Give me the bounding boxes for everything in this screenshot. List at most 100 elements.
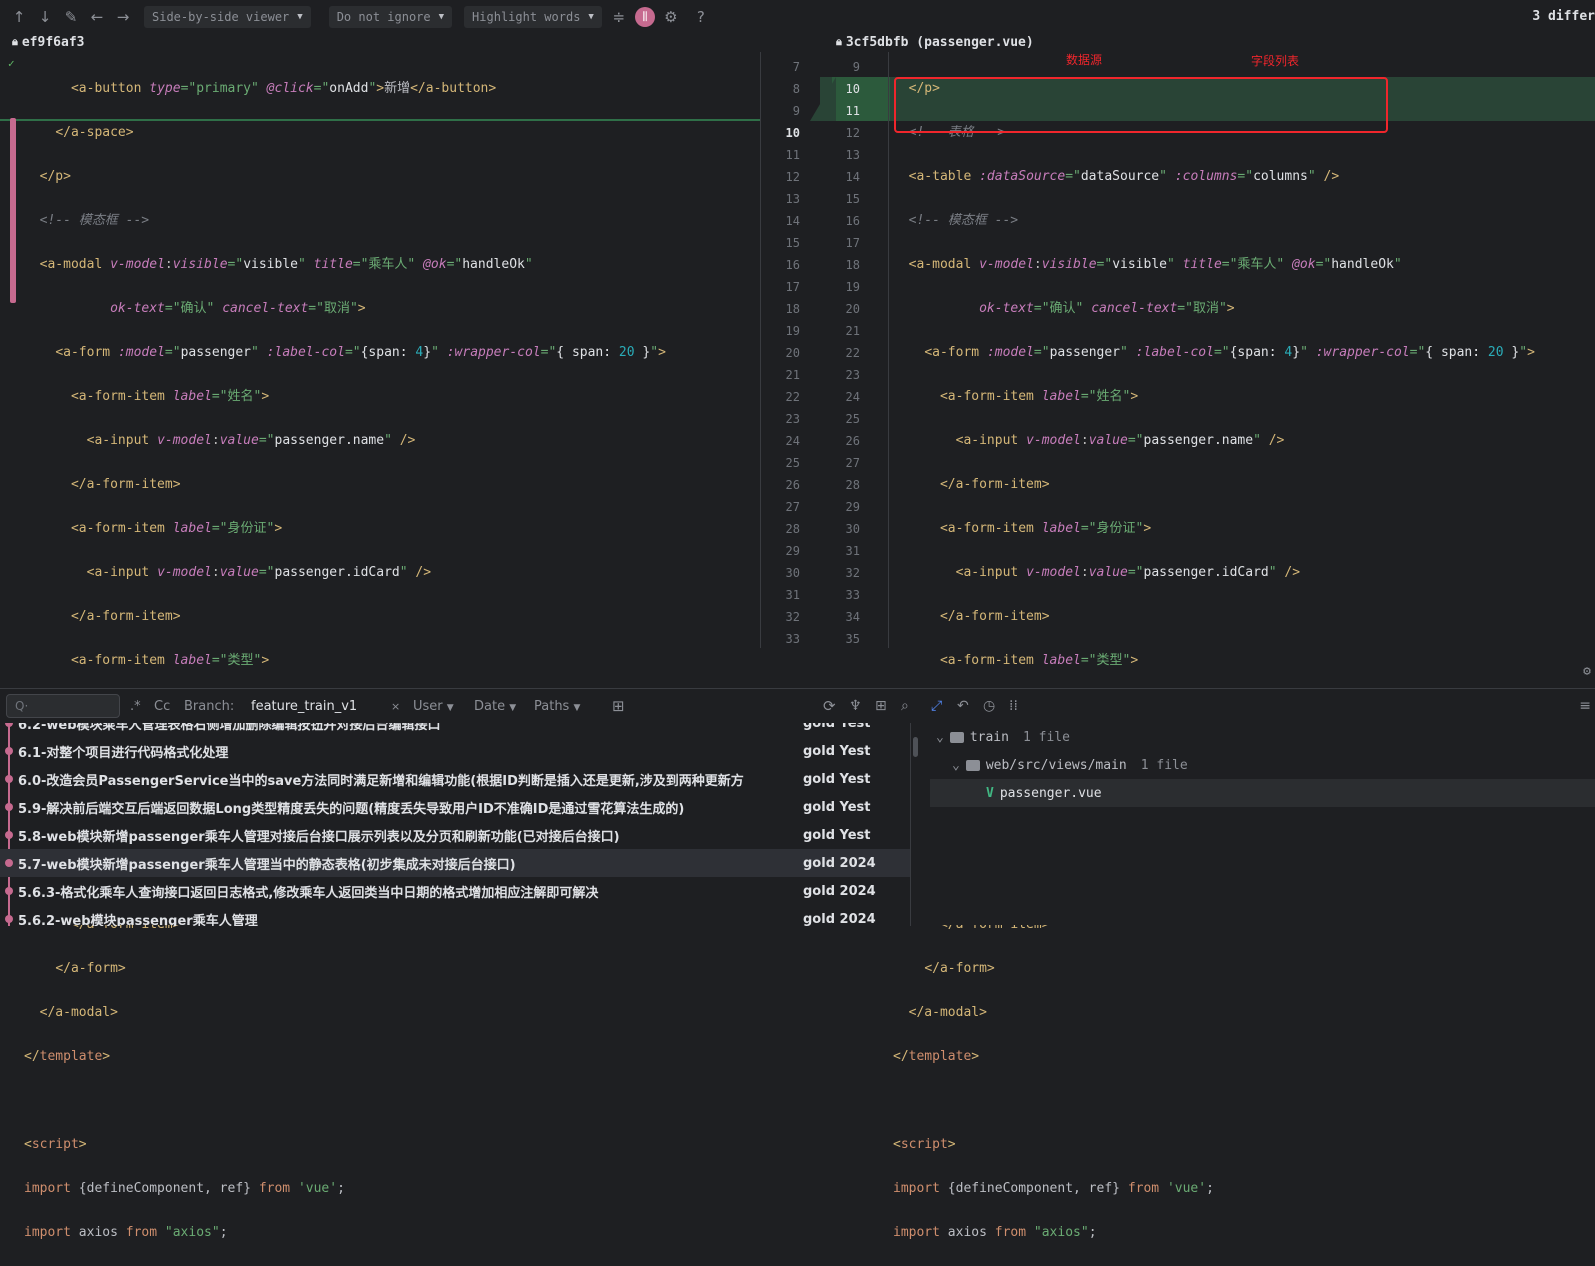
line-number: 15 (785, 236, 800, 250)
tree-file[interactable]: Vpassenger.vue (930, 779, 1595, 807)
commit-row[interactable]: 6.1-对整个项目进行代码格式化处理 gold Yest (0, 737, 910, 765)
tree-root-label: train (969, 729, 1009, 745)
commit-message: 6.0-改造会员PassengerService当中的save方法同时满足新增和… (18, 773, 744, 789)
line-number: 35 (845, 632, 860, 646)
line-number: 13 (785, 192, 800, 206)
commit-author-date: gold Yest (803, 799, 871, 815)
line-number: 31 (785, 588, 800, 602)
tree-folder-count: 1 file (1140, 757, 1188, 773)
line-number: 26 (845, 434, 860, 448)
chevron-down-icon: ▼ (446, 702, 454, 713)
expand-icon[interactable]: ⤢ (931, 698, 942, 714)
collapse-icon[interactable]: ≑ (606, 4, 632, 30)
commit-message: 6.1-对整个项目进行代码格式化处理 (18, 745, 229, 761)
line-number: 14 (845, 170, 860, 184)
regex-icon[interactable]: .* (130, 699, 141, 714)
ignore-label: Do not ignore (336, 10, 431, 24)
viewer-dropdown[interactable]: Side-by-side viewer ▼ (144, 6, 311, 28)
tree-root[interactable]: ⌄ train 1 file (936, 723, 1070, 751)
commit-scrollbar[interactable] (913, 737, 918, 757)
new-tab-icon[interactable]: ⊞ (612, 697, 625, 715)
line-number: 21 (785, 368, 800, 382)
commit-row[interactable]: 5.6.3-格式化乘车人查询接口返回日志格式,修改乘车人返回类当中日期的格式增加… (0, 877, 910, 905)
commit-row[interactable]: 6.0-改造会员PassengerService当中的save方法同时满足新增和… (0, 765, 910, 793)
edit-icon[interactable]: ✎ (58, 4, 84, 30)
line-number: 23 (845, 368, 860, 382)
line-number: 12 (845, 126, 860, 140)
arrow-left-icon[interactable]: ← (84, 4, 110, 30)
line-number: 10 (845, 82, 860, 96)
line-number: 29 (845, 500, 860, 514)
commit-row[interactable]: 6.2-web模块乘车人管理表格右侧增加删除编辑按钮并对接后台编辑接口 gold … (0, 723, 910, 737)
clear-branch-icon[interactable]: × (391, 700, 400, 713)
arrow-right-icon[interactable]: → (110, 4, 136, 30)
arrow-up-icon[interactable]: ↑ (6, 4, 32, 30)
commit-dot (5, 775, 13, 783)
viewer-label: Side-by-side viewer (152, 10, 290, 24)
commit-row[interactable]: 5.6.2-web模块passenger乘车人管理 gold 2024 (0, 905, 910, 926)
line-number: 26 (785, 478, 800, 492)
line-number: 21 (845, 324, 860, 338)
arrow-down-icon[interactable]: ↓ (32, 4, 58, 30)
right-code-pane[interactable]: </p> <!-- 表格 --> <a-table :dataSource="d… (893, 56, 1595, 1266)
vue-file-icon: V (986, 785, 994, 801)
date-filter[interactable]: Date ▼ (474, 699, 516, 714)
line-number: 23 (785, 412, 800, 426)
line-number: 25 (785, 456, 800, 470)
match-case-toggle[interactable]: Cc (154, 699, 170, 714)
history-icon[interactable]: ◷ (983, 698, 995, 714)
highlight-dropdown[interactable]: Highlight words ▼ (464, 6, 602, 28)
grid-icon[interactable]: ⊞ (875, 698, 887, 714)
cherry-pick-icon[interactable]: ♆ (849, 698, 862, 714)
branch-label: Branch: (184, 698, 235, 714)
chevron-down-icon: ⌄ (936, 729, 944, 745)
date-filter-label: Date (474, 698, 506, 714)
chevron-down-icon: ⌄ (952, 757, 960, 773)
paths-filter[interactable]: Paths ▼ (534, 699, 580, 714)
search-icon[interactable]: ⌕ (901, 698, 909, 714)
line-number: 18 (845, 258, 860, 272)
folder-icon (949, 731, 964, 743)
line-number: 32 (785, 610, 800, 624)
commit-author-date: gold Yest (803, 723, 871, 731)
paths-filter-label: Paths (534, 698, 570, 714)
ignore-dropdown[interactable]: Do not ignore ▼ (328, 6, 453, 28)
help-icon[interactable]: ? (688, 4, 714, 30)
commit-dot (5, 723, 13, 727)
commit-dot (5, 803, 13, 811)
line-number: 19 (785, 324, 800, 338)
left-code-pane[interactable]: <a-button type="primary" @click="onAdd">… (24, 56, 754, 1266)
settings-gear-icon[interactable]: ⚙ (658, 4, 684, 30)
line-number: 17 (845, 236, 860, 250)
chevron-down-icon: ▼ (588, 12, 594, 22)
line-number: 7 (792, 60, 800, 74)
chevron-down-icon: ▼ (573, 702, 581, 713)
commit-row[interactable]: 5.9-解决前后端交互后端返回数据Long类型精度丢失的问题(精度丢失导致用户I… (0, 793, 910, 821)
line-number: 9 (852, 60, 860, 74)
undo-icon[interactable]: ↶ (957, 698, 969, 714)
right-line-numbers: 9 10 11 12 13 14 15 16 17 18 19 20 21 22 23 24 25 26 27 28 2… (830, 56, 860, 650)
line-number: 25 (845, 412, 860, 426)
changed-files-tree: ⌄ train 1 file ⌄ web/src/views/main 1 file V… (930, 723, 1595, 926)
sync-scroll-icon[interactable]: ⫼ (632, 4, 658, 30)
check-icon: ✓ (8, 57, 15, 70)
line-number: 30 (785, 566, 800, 580)
commit-author-date: gold Yest (803, 743, 871, 759)
commit-row[interactable]: 5.8-web模块新增passenger乘车人管理对接后台接口展示列表以及分页和… (0, 821, 910, 849)
line-number: 10 (785, 126, 800, 140)
branch-filter[interactable]: feature_train_v1 (251, 699, 357, 714)
log-search-input[interactable]: Q· (6, 694, 120, 718)
tree-file-label: passenger.vue (999, 785, 1102, 801)
commit-dot (5, 747, 13, 755)
commit-row[interactable]: 5.7-web模块新增passenger乘车人管理当中的静态表格(初步集成未对接… (0, 849, 910, 877)
line-number: 34 (845, 610, 860, 624)
refresh-icon[interactable]: ⟳ (823, 697, 836, 715)
align-icon[interactable]: ≡ (1579, 698, 1591, 714)
group-icon[interactable]: ⁞⁞ (1009, 698, 1018, 714)
commit-dot (5, 887, 13, 895)
settings-gear-icon[interactable]: ⚙ (1583, 664, 1591, 679)
user-filter[interactable]: User ▼ (413, 699, 454, 714)
change-stripe (10, 118, 16, 303)
commit-message: 5.9-解决前后端交互后端返回数据Long类型精度丢失的问题(精度丢失导致用户I… (18, 801, 685, 817)
tree-folder[interactable]: ⌄ web/src/views/main 1 file (952, 751, 1188, 779)
